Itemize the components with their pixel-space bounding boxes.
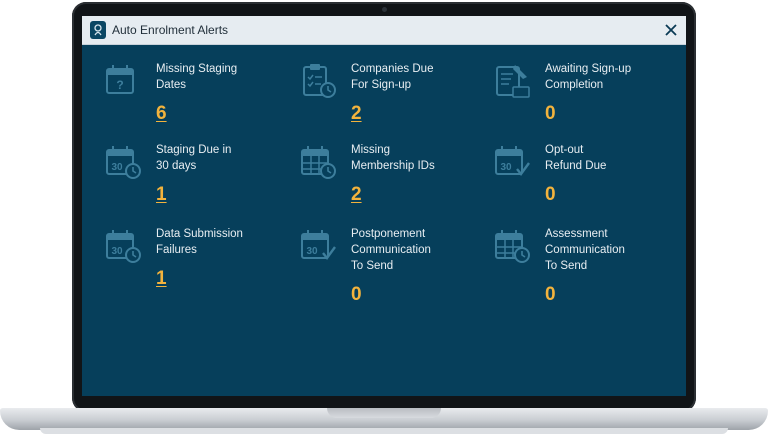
alert-label-line: Membership IDs — [351, 160, 435, 172]
alert-label: Postponement Communication To Send — [351, 226, 481, 274]
svg-text:?: ? — [116, 78, 123, 92]
alert-label: Companies Due For Sign-up — [351, 61, 481, 93]
alert-label: Missing Staging Dates — [156, 61, 286, 93]
alert-label-line: Assessment — [545, 228, 608, 240]
alert-card: 30 Opt-out Refund Due 0 — [493, 142, 683, 222]
alert-card: Awaiting Sign-up Completion 0 — [493, 61, 683, 141]
alert-label: Data Submission Failures — [156, 226, 286, 258]
calendar-question-icon: ? — [104, 61, 142, 99]
alert-label: Missing Membership IDs — [351, 142, 481, 174]
alert-label-line: Missing Staging — [156, 63, 238, 75]
alert-count-link[interactable]: 2 — [351, 184, 362, 206]
alert-label-line: Dates — [156, 79, 187, 91]
alert-count-link[interactable]: 2 — [351, 103, 362, 125]
alert-label-line: To Send — [351, 260, 394, 272]
calendar-30-clock-icon: 30 — [104, 142, 142, 180]
window-titlebar: Auto Enrolment Alerts — [82, 16, 686, 45]
app-logo-icon — [90, 21, 106, 39]
close-icon — [665, 24, 677, 36]
document-pen-icon — [493, 61, 531, 99]
alert-label-line: Awaiting Sign-up — [545, 63, 632, 75]
alert-count: 0 — [545, 184, 556, 205]
calendar-grid-clock-icon — [299, 142, 337, 180]
calendar-grid-clock-icon — [493, 226, 531, 264]
alerts-window: Auto Enrolment Alerts ? Missing Staging Da… — [82, 16, 686, 396]
alert-label-line: Communication — [545, 244, 625, 256]
alert-label-line: For Sign-up — [351, 79, 412, 91]
alert-label-line: Missing — [351, 144, 390, 156]
alerts-grid: ? Missing Staging Dates 6 Companies Due For … — [82, 45, 686, 396]
alert-label-line: Completion — [545, 79, 604, 91]
alert-count-link[interactable]: 6 — [156, 103, 167, 125]
svg-text:30: 30 — [111, 246, 123, 257]
alert-count: 0 — [545, 284, 556, 305]
alert-card[interactable]: 30 Data Submission Failures 1 — [104, 226, 294, 306]
calendar-30-check-icon: 30 — [299, 226, 337, 264]
alert-label-line: Refund Due — [545, 160, 607, 172]
alert-card[interactable]: Companies Due For Sign-up 2 — [299, 61, 489, 141]
window-title: Auto Enrolment Alerts — [112, 23, 229, 37]
alert-label-line: Companies Due — [351, 63, 434, 75]
alert-label: Opt-out Refund Due — [545, 142, 675, 174]
alert-card[interactable]: Missing Membership IDs 2 — [299, 142, 489, 222]
laptop-base-shadow — [40, 428, 728, 434]
alert-label-line: Failures — [156, 244, 197, 256]
alert-card[interactable]: ? Missing Staging Dates 6 — [104, 61, 294, 141]
alert-label: Assessment Communication To Send — [545, 226, 675, 274]
svg-text:30: 30 — [500, 162, 512, 173]
alert-count: 0 — [351, 284, 362, 305]
alert-label-line: Postponement — [351, 228, 426, 240]
alert-label-line: Opt-out — [545, 144, 584, 156]
alert-label: Awaiting Sign-up Completion — [545, 61, 675, 93]
alert-label-line: Data Submission — [156, 228, 243, 240]
alert-count-link[interactable]: 1 — [156, 184, 167, 206]
svg-text:30: 30 — [306, 246, 318, 257]
alert-count-link[interactable]: 1 — [156, 268, 167, 290]
laptop-notch — [327, 408, 441, 418]
alert-label-line: 30 days — [156, 160, 197, 172]
camera — [382, 7, 387, 12]
calendar-30-check-icon: 30 — [493, 142, 531, 180]
svg-text:30: 30 — [111, 162, 123, 173]
alert-label-line: Staging Due in — [156, 144, 232, 156]
alert-card[interactable]: 30 Staging Due in 30 days 1 — [104, 142, 294, 222]
alert-label-line: Communication — [351, 244, 431, 256]
close-button[interactable] — [660, 19, 682, 41]
calendar-30-clock-icon: 30 — [104, 226, 142, 264]
alert-card: Assessment Communication To Send 0 — [493, 226, 683, 306]
alert-label-line: To Send — [545, 260, 588, 272]
alert-card: 30 Postponement Communication To Send 0 — [299, 226, 489, 306]
alert-label: Staging Due in 30 days — [156, 142, 286, 174]
clipboard-clock-icon — [299, 61, 337, 99]
alert-count: 0 — [545, 103, 556, 124]
